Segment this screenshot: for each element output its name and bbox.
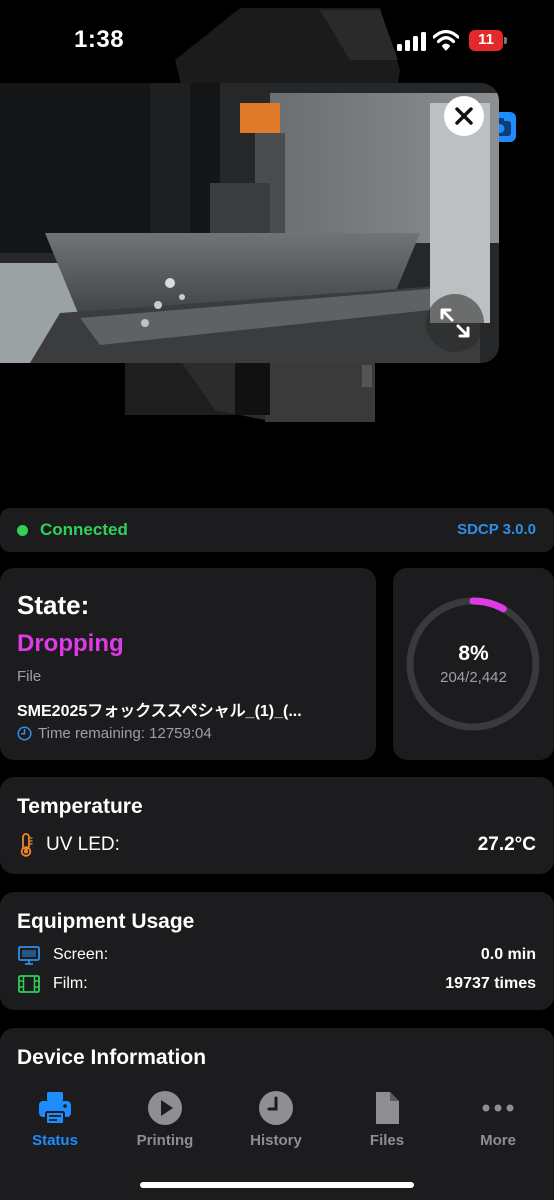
protocol-version: SDCP 3.0.0 [457,521,536,538]
tab-status-label: Status [32,1132,78,1149]
film-label: Film: [53,975,88,992]
home-indicator [140,1182,414,1188]
state-label: State: [17,590,90,620]
cellular-signal-icon [397,31,427,51]
play-icon [148,1091,182,1125]
time-remaining: Time remaining: 12759:04 [17,725,212,742]
temperature-card: Temperature UV LED: 27.2°C [0,777,554,874]
document-icon [376,1092,399,1124]
expand-camera-button[interactable] [426,294,484,352]
expand-icon [440,308,470,338]
tab-status[interactable]: Status [0,1082,110,1162]
tab-more[interactable]: More [443,1082,553,1162]
equipment-title: Equipment Usage [17,910,195,933]
battery-level: 11 [478,31,494,48]
file-label: File [17,668,42,685]
time-remaining-text: Time remaining: 12759:04 [38,725,212,742]
ellipsis-icon [482,1104,514,1112]
connection-bar: Connected SDCP 3.0.0 [0,508,554,552]
uv-led-value: 27.2°C [477,834,536,855]
close-camera-button[interactable] [444,96,484,136]
uv-led-label: UV LED: [46,834,120,855]
camera-feed[interactable] [0,83,499,363]
wifi-icon [433,29,459,51]
monitor-icon [18,946,40,965]
state-card: State: Dropping File SME2025フォックススペシャル_(… [0,568,376,760]
device-title: Device Information [17,1046,207,1069]
tab-files[interactable]: Files [332,1082,442,1162]
screen-value: 0.0 min [480,946,536,963]
progress-card: 8% 204/2,442 [393,568,554,760]
battery-icon: 11 [469,30,507,51]
screen-label: Screen: [53,946,109,963]
clock-icon [17,726,32,741]
tab-printing[interactable]: Printing [110,1082,220,1162]
connection-status-dot [17,525,28,536]
state-value: Dropping [17,630,124,657]
printer-icon [39,1092,71,1125]
equipment-usage-card: Equipment Usage Screen: 0.0 min Film: 19… [0,892,554,1010]
tab-files-label: Files [369,1132,405,1149]
file-name: SME2025フォックススペシャル_(1)_(... [17,703,302,720]
connection-status: Connected [40,520,128,539]
film-value: 19737 times [445,975,536,992]
progress-layers: 204/2,442 [440,669,507,686]
status-bar: 1:38 11 [0,0,554,84]
thermometer-icon [20,833,33,857]
tab-printing-label: Printing [136,1132,194,1149]
temperature-title: Temperature [17,795,143,818]
tab-history-label: History [250,1132,302,1149]
clock-icon [259,1091,293,1125]
tab-more-label: More [480,1132,516,1149]
status-time: 1:38 [74,26,125,53]
film-icon [18,975,40,993]
progress-percent: 8% [458,642,489,665]
tab-history[interactable]: History [221,1082,331,1162]
close-icon [455,107,473,125]
